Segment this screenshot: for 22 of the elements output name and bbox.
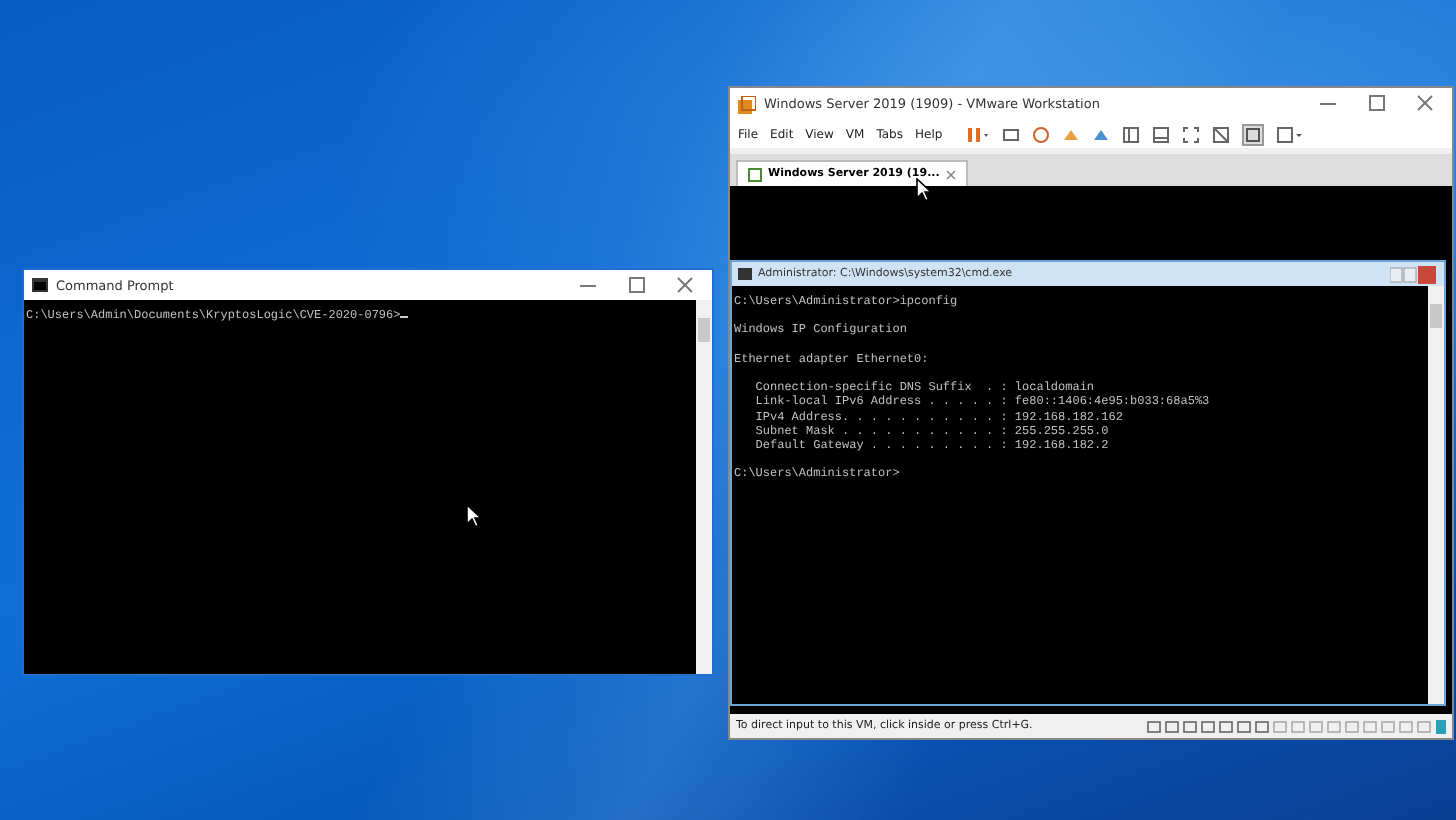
vm-icon <box>748 167 762 181</box>
device-icons-drawing[interactable] <box>1146 717 1446 735</box>
pause-icon[interactable] <box>966 125 991 143</box>
close-icon[interactable] <box>945 169 956 179</box>
unity-icon[interactable] <box>1212 125 1231 143</box>
send-keys-icon[interactable] <box>1002 125 1021 143</box>
vm-screen[interactable] <box>730 186 1452 714</box>
scrollbar[interactable] <box>696 300 712 674</box>
full-screen-icon[interactable] <box>1182 125 1201 143</box>
snapshot-icon[interactable] <box>1032 125 1051 143</box>
mouse-cursor-icon <box>916 178 932 202</box>
window-controls-icon[interactable] <box>1390 265 1438 283</box>
snapshot-manager-icon[interactable] <box>1092 125 1111 143</box>
console-icon <box>32 278 48 292</box>
scrollbar[interactable] <box>1428 286 1444 704</box>
thumbnail-view-icon[interactable] <box>1152 125 1171 143</box>
console-view-icon[interactable] <box>1242 123 1265 145</box>
stretch-icon[interactable] <box>1276 125 1305 143</box>
mouse-cursor-icon <box>466 504 482 528</box>
console-icon <box>738 268 752 280</box>
vmware-logo-icon <box>738 95 756 113</box>
library-view-icon[interactable] <box>1122 125 1141 143</box>
